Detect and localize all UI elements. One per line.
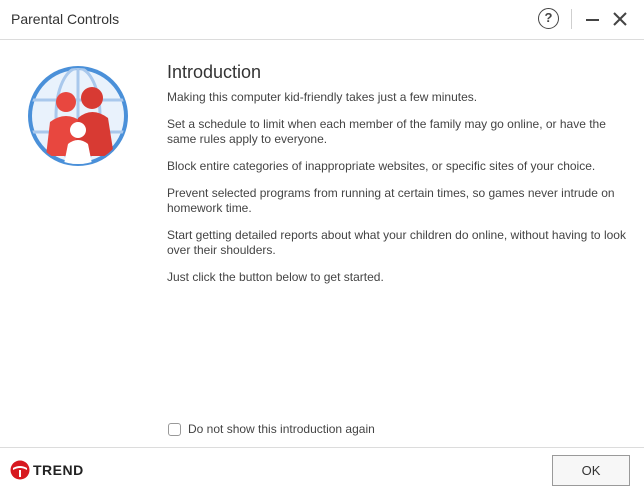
close-button[interactable] [610, 9, 630, 29]
page-title: Introduction [167, 62, 262, 82]
intro-text: Making this computer kid-friendly takes … [167, 90, 627, 297]
title-bar-divider [571, 9, 572, 29]
dont-show-again-label: Do not show this introduction again [188, 422, 375, 436]
dont-show-again-option[interactable]: Do not show this introduction again [168, 421, 375, 437]
footer-divider [0, 447, 644, 448]
intro-paragraph: Prevent selected programs from running a… [167, 186, 615, 215]
intro-paragraph: Just click the button below to get start… [167, 270, 384, 284]
help-button[interactable]: ? [538, 8, 559, 29]
family-globe-icon [28, 66, 128, 166]
brand-name: TREND [33, 462, 84, 478]
brand-logo: TREND [10, 460, 85, 480]
intro-paragraph: Block entire categories of inappropriate… [167, 159, 596, 173]
minimize-button[interactable] [584, 9, 602, 29]
intro-paragraph: Set a schedule to limit when each member… [167, 117, 606, 146]
title-bar: Parental Controls ? [0, 0, 644, 40]
intro-paragraph: Making this computer kid-friendly takes … [167, 90, 478, 104]
trend-micro-logo-icon [10, 460, 30, 480]
dont-show-again-checkbox[interactable] [168, 422, 181, 436]
ok-button[interactable]: OK [552, 455, 630, 486]
intro-paragraph: Start getting detailed reports about wha… [167, 228, 626, 257]
close-icon [613, 12, 627, 26]
question-circle-icon: ? [544, 10, 553, 25]
window-title: Parental Controls [11, 11, 120, 27]
